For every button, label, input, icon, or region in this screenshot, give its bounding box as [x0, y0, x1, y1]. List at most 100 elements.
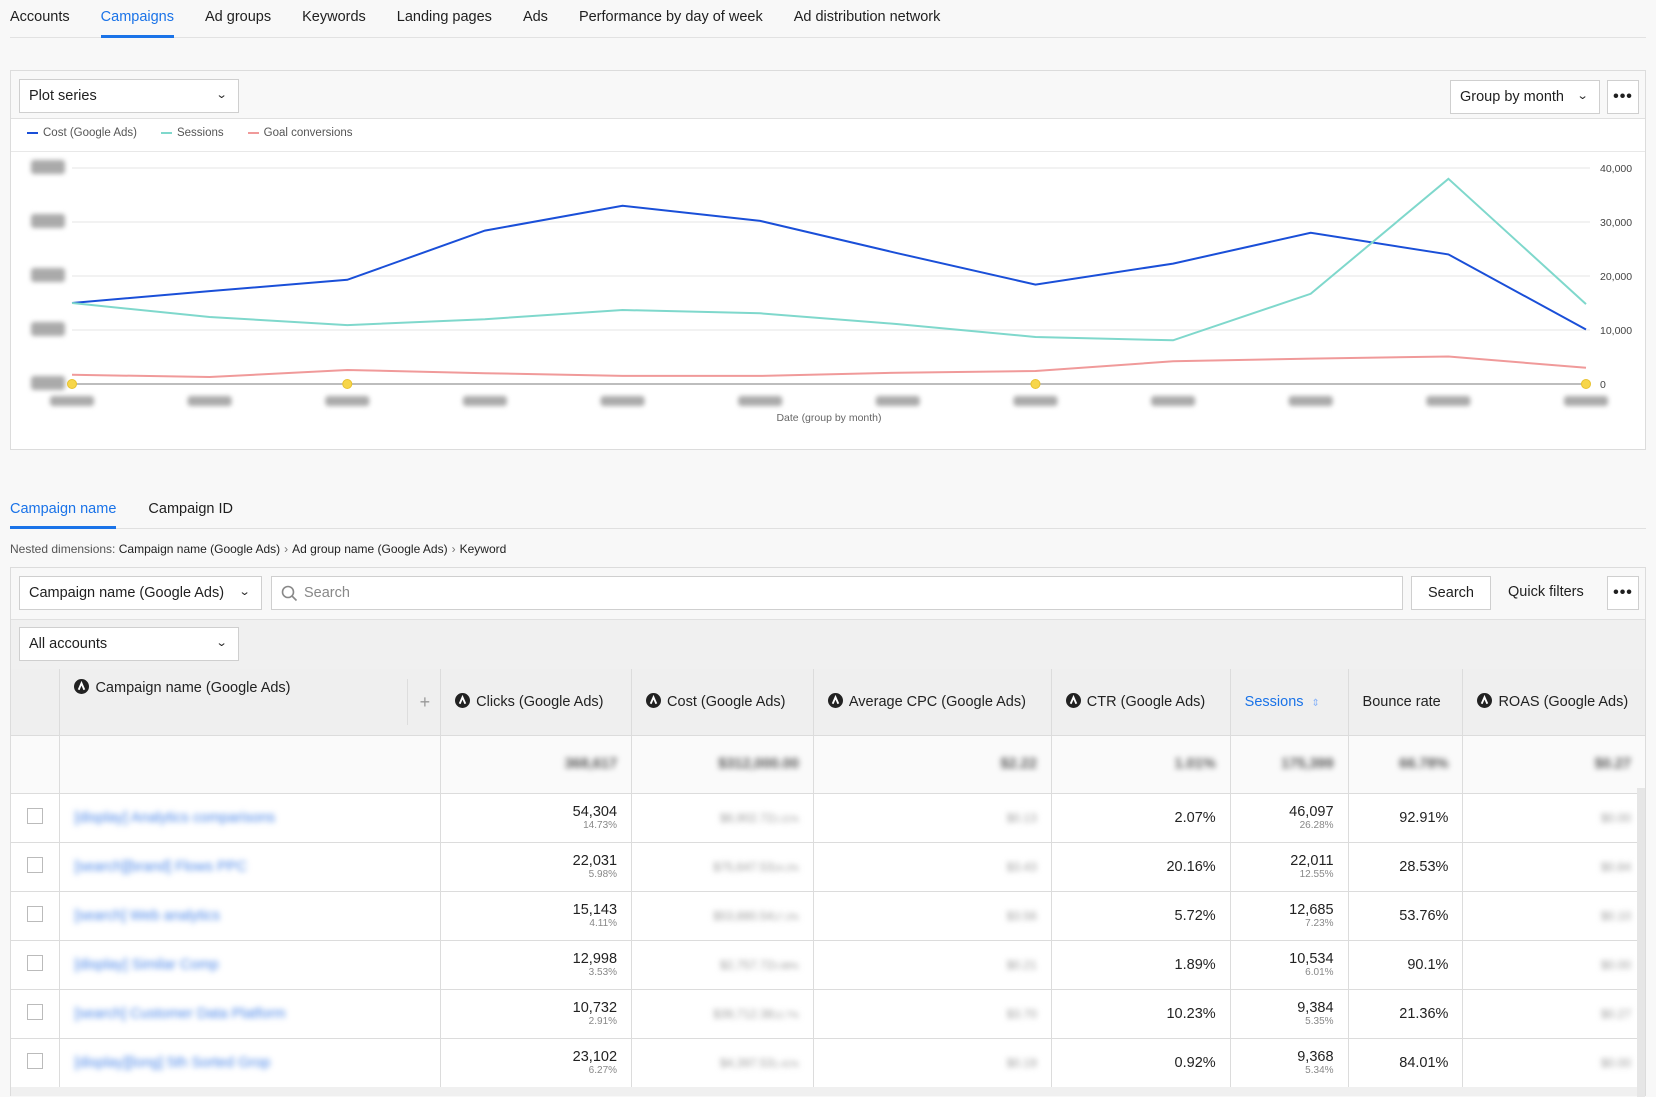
chart-more-button[interactable]: •••: [1607, 80, 1639, 114]
legend-item-sessions[interactable]: Sessions: [160, 127, 224, 139]
column-header-campaign-name[interactable]: Campaign name (Google Ads) +: [59, 669, 441, 735]
column-header-average-cpc[interactable]: Average CPC (Google Ads): [812, 669, 1052, 735]
report-table-area: Campaign name (Google Ads) ⌄ Search Sear…: [10, 567, 1646, 1097]
summary-cost: $312,000.00: [631, 734, 814, 793]
table-row: [display][long] 5th Sorted Grop 23,102 6.2…: [11, 1037, 1645, 1087]
chart-legend: Cost (Google Ads) Sessions Goal conversi…: [27, 127, 377, 139]
cost-share: 24.2%: [773, 862, 799, 873]
cost-value: $75,647.53: [713, 859, 774, 874]
summary-cell: [59, 734, 441, 793]
sessions-cell: 46,097 26.28%: [1229, 792, 1349, 842]
tab-ads[interactable]: Ads: [523, 0, 548, 37]
add-column-button[interactable]: +: [406, 678, 430, 725]
tab-performance-by-day-of-week[interactable]: Performance by day of week: [579, 0, 763, 37]
bounce-rate-cell: 90.1%: [1347, 939, 1463, 989]
bounce-rate-value: 21.36%: [1399, 1005, 1449, 1022]
campaign-name-link[interactable]: [search] Web analytics: [74, 908, 220, 924]
campaign-name-link[interactable]: [display][long] 5th Sorted Grop: [74, 1055, 270, 1071]
accounts-dropdown[interactable]: All accounts ⌄: [19, 627, 239, 661]
cost-value: $2,757.72: [719, 957, 774, 972]
sort-icon[interactable]: ⇕: [1312, 698, 1320, 709]
dimension-dropdown-label: Campaign name (Google Ads): [29, 585, 225, 601]
search-input[interactable]: Search: [271, 576, 1403, 610]
column-header-clicks[interactable]: Clicks (Google Ads): [440, 669, 632, 735]
nested-dimension-item[interactable]: Ad group name (Google Ads): [292, 542, 447, 556]
row-checkbox[interactable]: [27, 1052, 44, 1069]
table-row: [search][brand] Flows PPC 22,031 5.98% $75,…: [11, 841, 1645, 891]
campaign-name-cell: [display][long] 5th Sorted Grop: [59, 1037, 441, 1087]
sessions-share: 5.35%: [1305, 1016, 1334, 1027]
tab-campaigns[interactable]: Campaigns: [100, 0, 175, 38]
cost-share: 2.21%: [773, 813, 799, 824]
nested-dimension-item[interactable]: Campaign name (Google Ads): [119, 542, 280, 556]
nested-dimension-item[interactable]: Keyword: [460, 542, 507, 556]
table-more-button[interactable]: •••: [1607, 576, 1639, 610]
bounce-rate-cell: 84.01%: [1347, 1037, 1463, 1087]
quick-filters-button[interactable]: Quick filters: [1508, 584, 1584, 600]
legend-item-cost[interactable]: Cost (Google Ads): [27, 127, 137, 139]
column-header-cost[interactable]: Cost (Google Ads): [631, 669, 814, 735]
tab-keywords[interactable]: Keywords: [302, 0, 366, 37]
group-by-label: Group by month: [1460, 89, 1564, 105]
group-by-dropdown[interactable]: Group by month ⌄: [1450, 80, 1600, 114]
table-row: [display] Similar Comp 12,998 3.53% $2,757.…: [11, 939, 1645, 989]
legend-label: Sessions: [176, 127, 224, 139]
table-header-row: Campaign name (Google Ads) + Clicks (Goo…: [11, 669, 1645, 735]
column-label: Sessions: [1244, 693, 1304, 710]
row-checkbox[interactable]: [27, 1003, 44, 1020]
bounce-rate-cell: 28.53%: [1347, 841, 1463, 891]
legend-swatch-goal-conversions: [247, 132, 259, 134]
campaign-name-link[interactable]: [display] Analytics comparisons: [74, 810, 275, 826]
plot-series-dropdown[interactable]: Plot series ⌄: [19, 79, 239, 113]
avg-cpc-cell: $3.56: [812, 890, 1052, 940]
row-checkbox[interactable]: [27, 807, 44, 824]
campaign-name-link[interactable]: [display] Similar Comp: [74, 957, 218, 973]
tab-accounts[interactable]: Accounts: [10, 0, 70, 37]
annotation-marker[interactable]: [1581, 379, 1591, 389]
roas-cell: $0.00: [1462, 939, 1645, 989]
bounce-rate-value: 90.1%: [1407, 956, 1449, 973]
annotation-marker[interactable]: [342, 379, 353, 389]
row-checkbox[interactable]: [27, 954, 44, 971]
sessions-share: 12.55%: [1299, 869, 1334, 880]
column-header-bounce-rate[interactable]: Bounce rate: [1347, 669, 1463, 735]
annotation-marker[interactable]: [67, 379, 77, 389]
roas-cell: $0.00: [1462, 792, 1645, 842]
tab-ad-groups[interactable]: Ad groups: [205, 0, 271, 37]
tab-campaign-id[interactable]: Campaign ID: [148, 492, 233, 528]
row-checkbox[interactable]: [27, 856, 44, 873]
clicks-cell: 15,143 4.11%: [440, 890, 632, 940]
left-axis-tick-label-redacted: [31, 214, 65, 228]
clicks-value: 22,031: [572, 853, 618, 869]
bounce-rate-cell: 21.36%: [1347, 988, 1463, 1038]
x-axis-tick-label-redacted: [738, 396, 783, 406]
dimension-dropdown[interactable]: Campaign name (Google Ads) ⌄: [19, 576, 262, 610]
tab-campaign-name[interactable]: Campaign name: [10, 492, 117, 529]
roas-cell: $0.00: [1462, 1037, 1645, 1087]
clicks-share: 3.53%: [588, 967, 618, 978]
table-scrollbar[interactable]: [1637, 788, 1645, 1097]
summary-bounce-rate: 66.78%: [1347, 734, 1463, 793]
search-button[interactable]: Search: [1411, 576, 1491, 610]
row-checkbox[interactable]: [27, 905, 44, 922]
cost-share: 17.2%: [773, 911, 799, 922]
sessions-cell: 9,368 5.34%: [1229, 1037, 1349, 1087]
cost-value: $39,712.38: [713, 1006, 774, 1021]
tab-landing-pages[interactable]: Landing pages: [397, 0, 492, 37]
tab-ad-distribution-network[interactable]: Ad distribution network: [794, 0, 941, 37]
column-header-roas[interactable]: ROAS (Google Ads): [1462, 669, 1645, 735]
column-header-sessions[interactable]: Sessions ⇕: [1229, 669, 1349, 735]
legend-item-goal-conversions[interactable]: Goal conversions: [247, 127, 353, 139]
column-header-ctr[interactable]: CTR (Google Ads): [1050, 669, 1231, 735]
accounts-dropdown-label: All accounts: [29, 636, 108, 652]
avg-cpc-cell: $0.21: [812, 939, 1052, 989]
row-select-cell: [11, 939, 60, 989]
campaign-name-link[interactable]: [search][brand] Flows PPC: [74, 859, 246, 875]
campaign-name-link[interactable]: [search] Customer Data Platform: [74, 1006, 285, 1022]
column-label: Average CPC (Google Ads): [848, 694, 1026, 711]
annotation-marker[interactable]: [1030, 379, 1041, 389]
bounce-rate-value: 53.76%: [1399, 907, 1449, 924]
nested-dimensions-prefix: Nested dimensions:: [10, 542, 116, 556]
google-ads-icon: [1065, 693, 1081, 709]
cost-value: $6,902.72: [719, 810, 774, 825]
